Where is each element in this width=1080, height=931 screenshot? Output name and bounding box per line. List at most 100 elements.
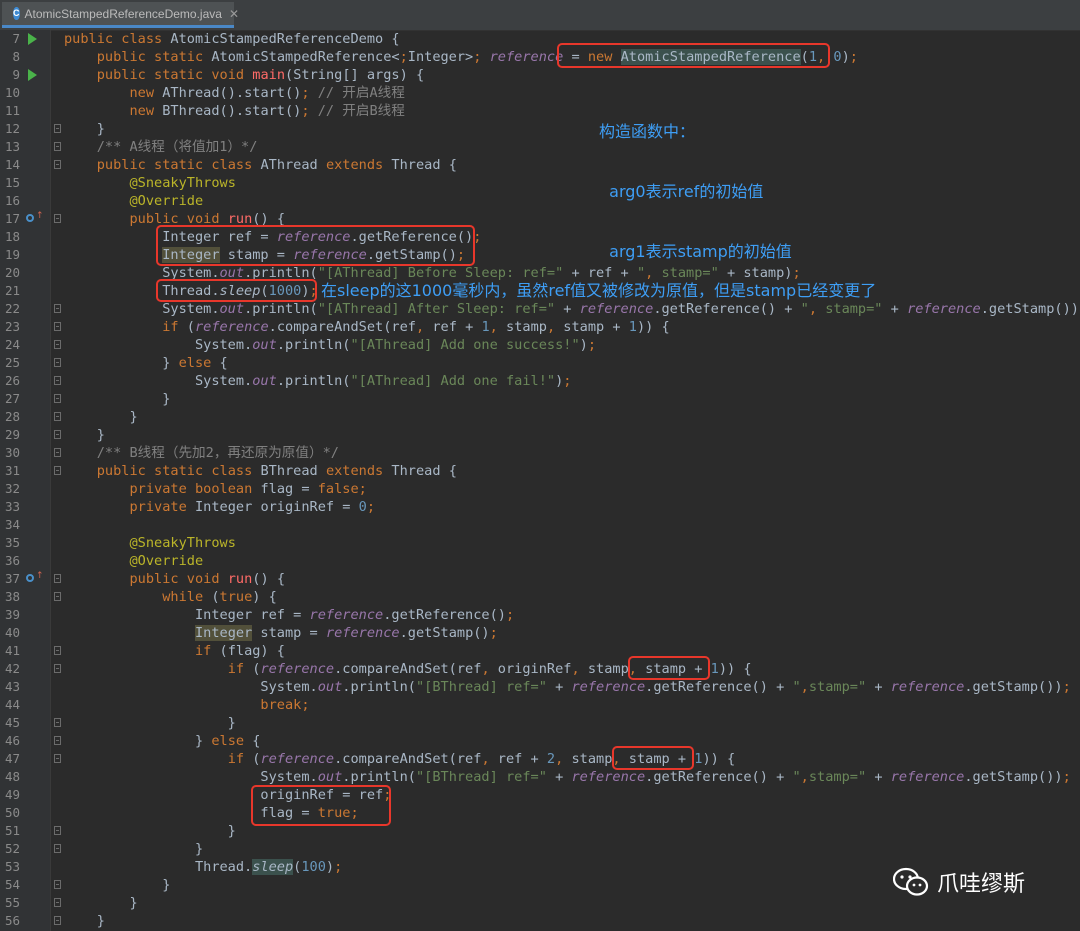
code-text: public static class BThread extends Thre…	[96, 463, 457, 479]
code-line[interactable]: 31 public static class BThread extends T…	[0, 462, 1080, 480]
code-text: }	[64, 427, 105, 443]
line-number: 48	[4, 769, 20, 784]
code-line[interactable]: 30 /** B线程（先加2，再还原为原值）*/	[0, 444, 1080, 462]
code-line[interactable]: 51 }	[0, 822, 1080, 840]
code-line[interactable]: 44 break;	[0, 696, 1080, 714]
fold-toggle-icon[interactable]	[54, 214, 61, 223]
code-line[interactable]: 7 public class AtomicStampedReferenceDemo…	[0, 30, 1080, 48]
code-line[interactable]: 45 }	[0, 714, 1080, 732]
code-text: }	[64, 121, 105, 137]
code-text: /** A线程（将值加1）*/	[96, 139, 258, 155]
code-line[interactable]: 28 }	[0, 408, 1080, 426]
fold-toggle-icon[interactable]	[54, 898, 61, 907]
line-number: 14	[4, 157, 20, 172]
fold-toggle-icon[interactable]	[54, 718, 61, 727]
code-line[interactable]: 40 Integer stamp = reference.getStamp();	[0, 624, 1080, 642]
fold-toggle-icon[interactable]	[54, 430, 61, 439]
code-line[interactable]: 26 System.out.println("[AThread] Add one…	[0, 372, 1080, 390]
code-line[interactable]: 56 }	[0, 912, 1080, 930]
line-number: 17	[4, 211, 20, 226]
code-text: /** B线程（先加2，再还原为原值）*/	[96, 445, 339, 461]
run-gutter-icon[interactable]	[28, 69, 37, 81]
code-text: new BThread().start(); // 开启B线程	[129, 103, 405, 119]
fold-toggle-icon[interactable]	[54, 376, 61, 385]
fold-toggle-icon[interactable]	[54, 340, 61, 349]
line-number: 49	[4, 787, 20, 802]
override-gutter-icon[interactable]	[26, 574, 34, 582]
code-line[interactable]: 23 if (reference.compareAndSet(ref, ref …	[0, 318, 1080, 336]
run-gutter-icon[interactable]	[28, 33, 37, 45]
line-number: 45	[4, 715, 20, 730]
code-line[interactable]: 13 /** A线程（将值加1）*/	[0, 138, 1080, 156]
fold-toggle-icon[interactable]	[54, 844, 61, 853]
line-number: 26	[4, 373, 20, 388]
fold-toggle-icon[interactable]	[54, 322, 61, 331]
code-line[interactable]: 49 originRef = ref;	[0, 786, 1080, 804]
code-text: System.out.println("[AThread] Add one fa…	[64, 373, 572, 389]
watermark-text: 爪哇缪斯	[937, 872, 1026, 897]
line-number: 16	[4, 193, 20, 208]
code-text: System.out.println("[AThread] Add one su…	[64, 337, 597, 353]
code-line[interactable]: 50 flag = true;	[0, 804, 1080, 822]
fold-toggle-icon[interactable]	[54, 358, 61, 367]
code-line[interactable]: 39 Integer ref = reference.getReference(…	[0, 606, 1080, 624]
code-line[interactable]: 16 @Override	[0, 192, 1080, 210]
fold-toggle-icon[interactable]	[54, 304, 61, 313]
line-number: 38	[4, 589, 20, 604]
file-tab[interactable]: C AtomicStampedReferenceDemo.java ✕	[2, 2, 239, 28]
code-line[interactable]: 52 }	[0, 840, 1080, 858]
code-line[interactable]: 32 private boolean flag = false;	[0, 480, 1080, 498]
code-line[interactable]: 48 System.out.println("[BThread] ref=" +…	[0, 768, 1080, 786]
fold-toggle-icon[interactable]	[54, 142, 61, 151]
code-line[interactable]: 36 @Override	[0, 552, 1080, 570]
fold-toggle-icon[interactable]	[54, 160, 61, 169]
code-line[interactable]: 47 if (reference.compareAndSet(ref, ref …	[0, 750, 1080, 768]
code-line[interactable]: 43 System.out.println("[BThread] ref=" +…	[0, 678, 1080, 696]
code-line[interactable]: 24 System.out.println("[AThread] Add one…	[0, 336, 1080, 354]
code-line[interactable]: 15 @SneakyThrows	[0, 174, 1080, 192]
code-text: } else {	[64, 733, 261, 749]
fold-toggle-icon[interactable]	[54, 448, 61, 457]
fold-toggle-icon[interactable]	[54, 124, 61, 133]
fold-toggle-icon[interactable]	[54, 826, 61, 835]
code-line[interactable]: 14 public static class AThread extends T…	[0, 156, 1080, 174]
fold-toggle-icon[interactable]	[54, 916, 61, 925]
code-line[interactable]: 42 if (reference.compareAndSet(ref, orig…	[0, 660, 1080, 678]
code-line[interactable]: 29 }	[0, 426, 1080, 444]
fold-toggle-icon[interactable]	[54, 412, 61, 421]
code-line[interactable]: 11 new BThread().start(); // 开启B线程	[0, 102, 1080, 120]
code-line[interactable]: 34	[0, 516, 1080, 534]
fold-toggle-icon[interactable]	[54, 646, 61, 655]
close-tab-icon[interactable]: ✕	[229, 7, 239, 21]
code-line[interactable]: 22 System.out.println("[AThread] After S…	[0, 300, 1080, 318]
line-number: 20	[4, 265, 20, 280]
fold-toggle-icon[interactable]	[54, 592, 61, 601]
code-line[interactable]: 37 ↑ public void run() {	[0, 570, 1080, 588]
code-line[interactable]: 35 @SneakyThrows	[0, 534, 1080, 552]
code-text: System.out.println("[BThread] ref=" + re…	[64, 769, 1071, 785]
override-gutter-icon[interactable]	[26, 214, 34, 222]
code-line[interactable]: 25 } else {	[0, 354, 1080, 372]
fold-toggle-icon[interactable]	[54, 664, 61, 673]
code-editor[interactable]: 7 public class AtomicStampedReferenceDemo…	[0, 30, 1080, 931]
code-line[interactable]: 10 new AThread().start(); // 开启A线程	[0, 84, 1080, 102]
fold-toggle-icon[interactable]	[54, 736, 61, 745]
line-number: 25	[4, 355, 20, 370]
code-line[interactable]: 12 }	[0, 120, 1080, 138]
fold-toggle-icon[interactable]	[54, 394, 61, 403]
code-line[interactable]: 33 private Integer originRef = 0;	[0, 498, 1080, 516]
fold-toggle-icon[interactable]	[54, 574, 61, 583]
line-number: 15	[4, 175, 20, 190]
code-line[interactable]: 38 while (true) {	[0, 588, 1080, 606]
code-line[interactable]: 27 }	[0, 390, 1080, 408]
code-line[interactable]: 8 public static AtomicStampedReference<;…	[0, 48, 1080, 66]
stamp-increment-box-2	[612, 746, 694, 770]
code-line[interactable]: 41 if (flag) {	[0, 642, 1080, 660]
code-line[interactable]: 46 } else {	[0, 732, 1080, 750]
fold-toggle-icon[interactable]	[54, 754, 61, 763]
code-line[interactable]: 9 public static void main(String[] args)…	[0, 66, 1080, 84]
fold-toggle-icon[interactable]	[54, 466, 61, 475]
line-number: 47	[4, 751, 20, 766]
fold-toggle-icon[interactable]	[54, 880, 61, 889]
line-number: 27	[4, 391, 20, 406]
